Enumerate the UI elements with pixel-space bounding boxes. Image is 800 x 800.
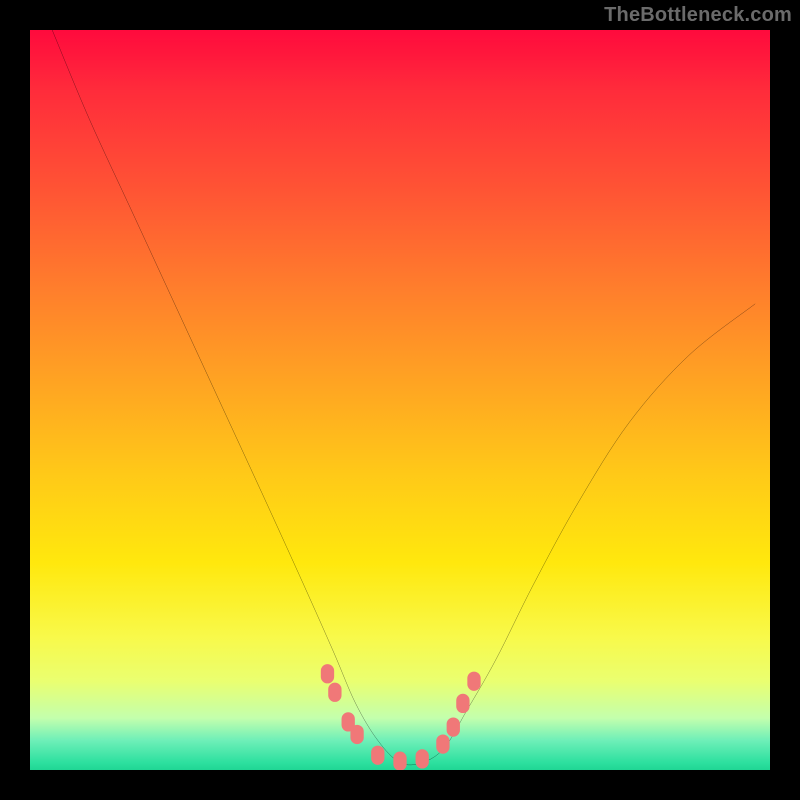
range-dot <box>467 672 480 691</box>
watermark-text: TheBottleneck.com <box>604 4 792 27</box>
plot-area <box>30 30 770 770</box>
range-dot <box>456 694 469 713</box>
bottleneck-curve <box>52 30 755 765</box>
range-dot <box>371 746 384 765</box>
curve-layer <box>30 30 770 770</box>
range-dot <box>393 752 406 771</box>
range-dot <box>416 749 429 768</box>
range-dot <box>436 734 449 753</box>
chart-frame: TheBottleneck.com <box>0 0 800 800</box>
range-dot <box>350 725 363 744</box>
range-dot <box>321 664 334 683</box>
range-dot <box>328 683 341 702</box>
range-dots <box>321 664 481 770</box>
range-dot <box>447 717 460 736</box>
